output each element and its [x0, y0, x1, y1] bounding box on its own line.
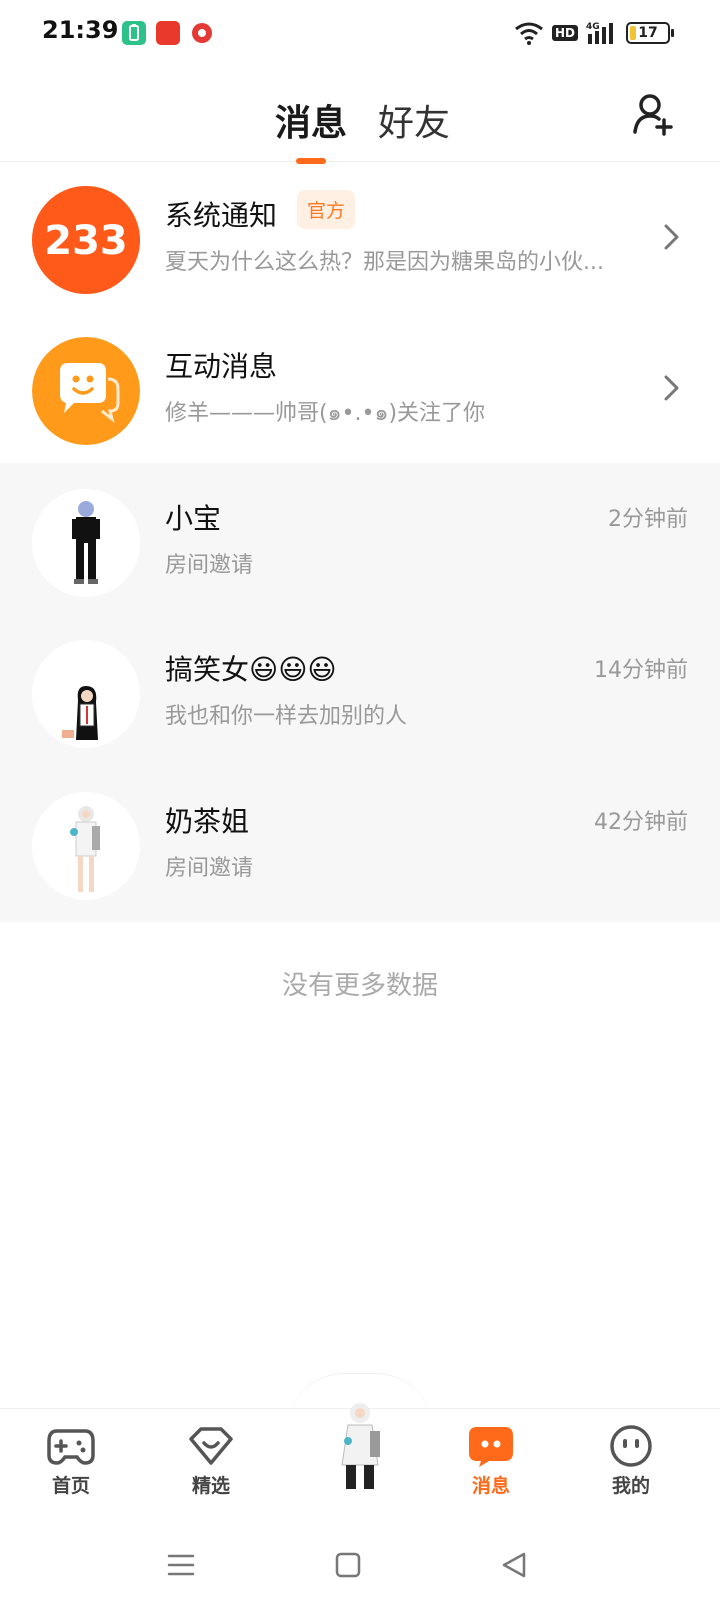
hd-badge: HD — [551, 25, 578, 41]
nav-home[interactable]: 首页 — [26, 1425, 116, 1498]
system-avatar-233: 233 — [32, 186, 140, 294]
red-app-icon — [190, 21, 214, 45]
nav-label: 消息 — [471, 1475, 510, 1497]
chat-item-naichajie[interactable]: 奶茶姐 房间邀请 42分钟前 — [0, 766, 720, 922]
interaction-messages-preview: 修羊———帅哥(๑•.•๑)关注了你 — [165, 401, 486, 426]
status-time: 21:39 — [42, 16, 119, 44]
chat-bubble-icon — [469, 1427, 513, 1467]
chat-last-message: 我也和你一样去加别的人 — [165, 704, 408, 729]
chat-name: 奶茶姐 — [165, 805, 250, 838]
battery-app-icon — [122, 21, 146, 45]
system-notification-title: 系统通知 — [165, 199, 278, 232]
svg-text:233: 233 — [44, 218, 128, 264]
interaction-messages-item[interactable]: 互动消息 修羊———帅哥(๑•.•๑)关注了你 — [0, 311, 720, 467]
nav-mine[interactable]: 我的 — [586, 1425, 676, 1498]
chat-item-xiaobao[interactable]: 小宝 房间邀请 2分钟前 — [0, 463, 720, 619]
chat-name: 搞笑女😃😃😃 — [165, 653, 337, 686]
status-icons: HD 4G 17 — [514, 16, 674, 50]
chevron-right-icon — [664, 375, 679, 401]
tab-friends[interactable]: 好友 — [378, 94, 450, 146]
back-triangle-icon[interactable] — [500, 1550, 528, 1580]
nav-label: 精选 — [191, 1475, 230, 1497]
menu-icon[interactable] — [166, 1550, 196, 1580]
chat-last-message: 房间邀请 — [165, 553, 254, 578]
chat-time: 2分钟前 — [608, 507, 688, 532]
system-notification-preview: 夏天为什么这么热？那是因为糖果岛的小伙... — [165, 250, 604, 275]
chat-item-gaoxiaonv[interactable]: 搞笑女😃😃😃 我也和你一样去加别的人 14分钟前 — [0, 614, 720, 770]
add-friend-icon[interactable] — [632, 92, 676, 136]
chat-time: 42分钟前 — [594, 810, 688, 835]
interaction-messages-title: 互动消息 — [165, 350, 278, 383]
system-notification-item[interactable]: 233 系统通知 官方 夏天为什么这么热？那是因为糖果岛的小伙... — [0, 160, 720, 316]
interaction-avatar-icon — [32, 337, 140, 445]
toutiao-icon — [156, 21, 180, 45]
official-badge: 官方 — [297, 190, 356, 229]
gamepad-icon — [47, 1429, 95, 1465]
nav-label: 我的 — [611, 1475, 650, 1497]
signal-icon: 4G — [586, 22, 613, 44]
top-tab-bar: 消息 好友 — [0, 82, 720, 164]
status-bar: 21:39 HD 4G 17 — [0, 0, 720, 64]
center-character-button[interactable] — [322, 1395, 398, 1505]
heart-gem-icon — [189, 1427, 233, 1465]
smiley-face-icon — [610, 1425, 652, 1467]
chat-time: 14分钟前 — [594, 658, 688, 683]
tab-messages[interactable]: 消息 — [275, 94, 347, 146]
nav-featured[interactable]: 精选 — [166, 1425, 256, 1498]
wifi-icon — [515, 22, 543, 45]
no-more-data-text: 没有更多数据 — [281, 971, 438, 1001]
chat-last-message: 房间邀请 — [165, 856, 254, 881]
nav-messages[interactable]: 消息 — [446, 1425, 536, 1498]
home-square-icon[interactable] — [334, 1550, 362, 1580]
svg-text:4G: 4G — [586, 22, 600, 32]
chat-name: 小宝 — [165, 502, 222, 535]
avatar — [32, 792, 140, 900]
avatar — [32, 640, 140, 748]
battery-indicator: 17 — [626, 22, 674, 44]
chevron-right-icon — [664, 224, 679, 250]
avatar — [32, 489, 140, 597]
system-navigation-bar — [0, 1530, 720, 1612]
nav-label: 首页 — [51, 1475, 90, 1497]
